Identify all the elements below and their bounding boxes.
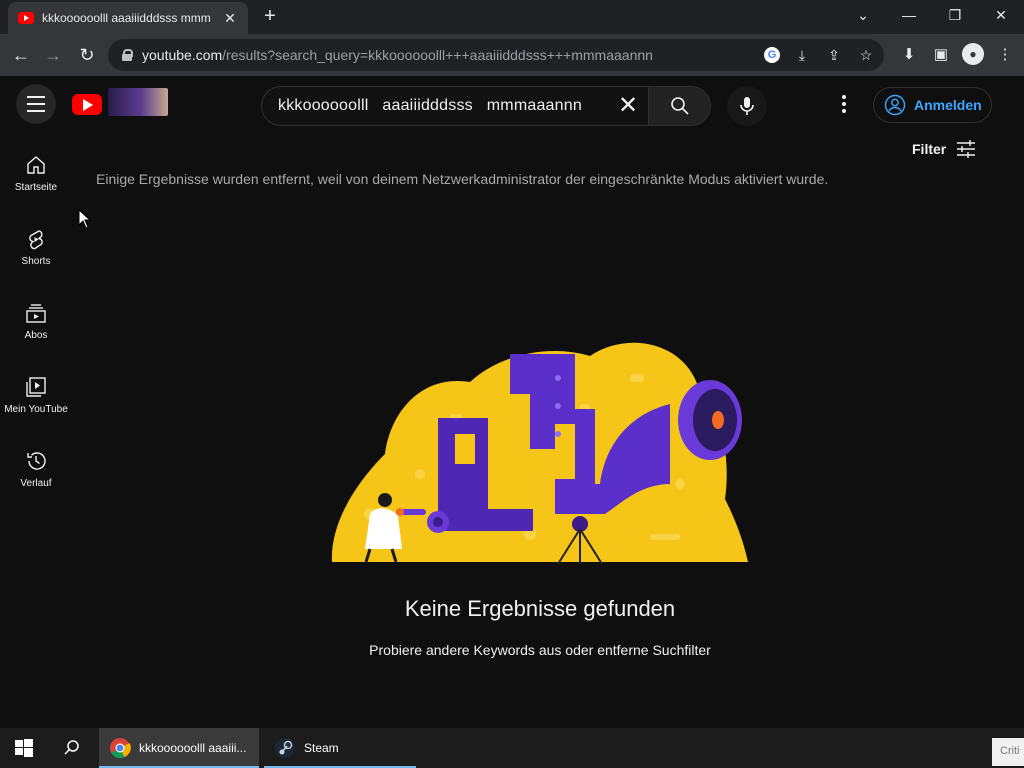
windows-taskbar: kkkoooooolll aaaiii... Steam Criti <box>0 728 1024 768</box>
taskbar-app-label: Steam <box>304 741 339 755</box>
tab-close-icon[interactable]: ✕ <box>222 10 238 27</box>
new-tab-button[interactable]: + <box>258 6 282 28</box>
search-query-text: kkkoooooolll aaaiiidddsss mmmaaannn <box>278 97 582 114</box>
bookmark-star-icon[interactable]: ☆ <box>856 45 876 65</box>
search-input[interactable]: kkkoooooolll aaaiiidddsss mmmaaannn ✕ <box>261 86 649 126</box>
taskbar-tray-notification[interactable]: Criti <box>992 738 1024 766</box>
tab-title: kkkoooooolll aaaiiidddsss mmm <box>42 11 211 25</box>
address-bar-actions: G ⤓ ⇪ ☆ <box>764 45 876 65</box>
clear-search-icon[interactable]: ✕ <box>614 93 642 121</box>
filter-sliders-icon <box>957 140 976 158</box>
taskbar-search-button[interactable] <box>48 728 96 768</box>
browser-tab-strip: kkkoooooolll aaaiiidddsss mmm ✕ + ⌄ — ❐ … <box>0 0 1024 34</box>
address-bar[interactable]: youtube.com/results?search_query=kkkoooo… <box>108 39 884 71</box>
youtube-doodle-image <box>108 88 168 116</box>
restricted-mode-notice: Einige Ergebnisse wurden entfernt, weil … <box>96 171 829 187</box>
browser-menu-icon[interactable]: ⋮ <box>994 43 1016 65</box>
mini-guide-sidebar: Startseite Shorts Abos Mein YouTube Verl… <box>0 140 72 510</box>
share-icon[interactable]: ⇪ <box>824 45 844 65</box>
signin-button[interactable]: Anmelden <box>873 87 992 123</box>
chrome-logo-icon <box>110 738 131 759</box>
back-arrow-icon[interactable]: ← <box>8 42 34 68</box>
sidebar-item-startseite[interactable]: Startseite <box>0 140 72 214</box>
install-app-icon[interactable]: ⤓ <box>792 45 812 65</box>
close-window-button[interactable]: ✕ <box>978 0 1024 30</box>
url-text[interactable]: youtube.com/results?search_query=kkkoooo… <box>142 47 653 63</box>
url-host: youtube.com <box>142 47 223 63</box>
side-panel-icon[interactable]: ▣ <box>930 43 952 65</box>
no-results-title: Keine Ergebnisse gefunden <box>404 596 676 621</box>
mouse-cursor-icon <box>78 209 92 229</box>
taskbar-app-label: kkkoooooolll aaaiii... <box>139 741 247 755</box>
youtube-header: kkkoooooolll aaaiiidddsss mmmaaannn ✕ An… <box>0 76 1024 132</box>
downloads-icon[interactable]: ⬇ <box>898 43 920 65</box>
shorts-icon <box>29 230 43 250</box>
home-icon <box>27 156 45 174</box>
sidebar-item-mein-youtube[interactable]: Mein YouTube <box>0 362 72 436</box>
history-icon <box>27 452 46 470</box>
youtube-logo[interactable] <box>72 88 172 118</box>
reload-icon[interactable]: ↻ <box>74 42 100 68</box>
profile-avatar-icon[interactable]: ● <box>962 43 984 65</box>
no-results-subtitle: Probiere andere Keywords aus oder entfer… <box>369 642 711 658</box>
windows-start-button[interactable] <box>0 728 48 768</box>
steam-logo-icon <box>275 738 295 758</box>
search-icon <box>64 740 79 755</box>
browser-toolbar: ← → ↻ youtube.com/results?search_query=k… <box>0 34 1024 76</box>
signin-label: Anmelden <box>914 97 982 113</box>
restore-window-button[interactable]: ❐ <box>932 0 978 30</box>
sidebar-item-shorts[interactable]: Shorts <box>0 214 72 288</box>
sidebar-item-label: Abos <box>24 330 48 341</box>
google-lens-icon[interactable]: G <box>764 47 780 63</box>
hamburger-menu-icon[interactable] <box>16 84 56 124</box>
browser-tab[interactable]: kkkoooooolll aaaiiidddsss mmm ✕ <box>8 2 248 34</box>
browser-right-tools: ⬇ ▣ ● ⋮ <box>898 43 1016 65</box>
forward-arrow-icon[interactable]: → <box>40 42 66 68</box>
url-path: /results?search_query=kkkoooooolll+++aaa… <box>222 47 653 63</box>
sidebar-item-abos[interactable]: Abos <box>0 288 72 362</box>
settings-more-icon[interactable] <box>832 92 856 116</box>
taskbar-chrome-app[interactable]: kkkoooooolll aaaiii... <box>99 728 259 768</box>
account-circle-icon <box>884 94 906 116</box>
subscriptions-icon <box>26 304 46 323</box>
sidebar-item-verlauf[interactable]: Verlauf <box>0 436 72 510</box>
sidebar-item-label: Shorts <box>21 256 51 267</box>
youtube-favicon-icon <box>18 12 34 24</box>
search-icon <box>670 97 689 115</box>
tab-search-chevron-down-icon[interactable]: ⌄ <box>840 0 886 30</box>
lock-icon[interactable] <box>122 49 133 61</box>
taskbar-steam-app[interactable]: Steam <box>264 728 416 768</box>
search-button[interactable] <box>648 86 711 126</box>
sidebar-item-label: Startseite <box>14 182 58 193</box>
no-results-illustration <box>331 342 748 564</box>
minimize-window-button[interactable]: — <box>886 0 932 30</box>
filter-button[interactable]: Filter <box>912 140 976 158</box>
youtube-play-logo-icon <box>72 94 102 115</box>
windows-logo-icon <box>15 739 33 757</box>
filter-label: Filter <box>912 141 947 157</box>
sidebar-item-label: Verlauf <box>20 478 52 489</box>
microphone-icon <box>740 97 754 115</box>
library-icon <box>26 377 46 397</box>
voice-search-button[interactable] <box>727 86 767 126</box>
sidebar-item-label: Mein YouTube <box>4 404 68 415</box>
